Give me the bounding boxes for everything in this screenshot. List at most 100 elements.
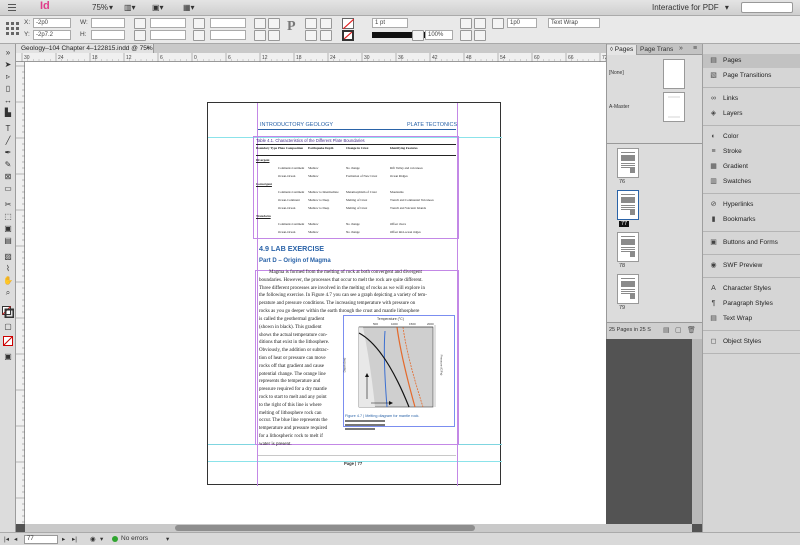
- corner-shape-icon[interactable]: [492, 18, 504, 29]
- edit-page-size-icon[interactable]: ▤: [663, 326, 670, 334]
- x-position-field[interactable]: -2p0: [33, 18, 71, 28]
- drop-shadow-icon[interactable]: [460, 18, 472, 29]
- workspace-switcher[interactable]: Interactive for PDF ▾: [652, 3, 729, 12]
- sidebar-item-hyperlinks[interactable]: ⊘ Hyperlinks: [703, 198, 800, 212]
- close-icon[interactable]: ×: [146, 44, 150, 53]
- auto-fit-icon[interactable]: [460, 30, 472, 41]
- document-canvas[interactable]: INTRODUCTORY GEOLOGY PLATE TECTONICS Tab…: [25, 62, 606, 524]
- fitting-icon[interactable]: [474, 30, 486, 41]
- page-number-field[interactable]: 77: [24, 535, 58, 544]
- preflight-status[interactable]: No errors: [121, 535, 148, 542]
- scale-x-icon[interactable]: [134, 18, 146, 29]
- flip-vertical-icon[interactable]: [268, 30, 280, 41]
- tab-page-transitions[interactable]: Page Trans: [637, 45, 676, 55]
- page-thumbnail[interactable]: [617, 232, 639, 262]
- gradient-feather-tool-icon[interactable]: ▤: [3, 236, 13, 245]
- opacity-icon[interactable]: [412, 30, 424, 41]
- screen-mode-icon[interactable]: ▣▾: [152, 3, 164, 12]
- note-tool-icon[interactable]: ▨: [3, 252, 13, 261]
- new-page-icon[interactable]: ▢: [675, 326, 682, 334]
- stroke-weight-field[interactable]: 1 pt: [372, 18, 408, 28]
- preflight-dropdown-icon[interactable]: ▾: [166, 535, 169, 543]
- free-transform-tool-icon[interactable]: ⬚: [3, 212, 13, 221]
- collapse-panel-icon[interactable]: »: [3, 48, 13, 57]
- content-collector-icon[interactable]: ▙: [3, 108, 13, 117]
- double-chevron-icon[interactable]: »: [679, 45, 683, 52]
- sidebar-item-links[interactable]: ∞ Links: [703, 92, 800, 106]
- document-page[interactable]: INTRODUCTORY GEOLOGY PLATE TECTONICS Tab…: [207, 102, 502, 486]
- sidebar-item-color[interactable]: ◐ Color: [703, 130, 800, 144]
- fill-swatch-icon[interactable]: [342, 18, 354, 29]
- page-tool-icon[interactable]: ▯: [3, 84, 13, 93]
- a-master-thumbnail[interactable]: [663, 92, 685, 122]
- rectangle-frame-tool-icon[interactable]: ⊠: [3, 172, 13, 181]
- fill-stroke-icon[interactable]: [2, 306, 15, 319]
- selection-tool-icon[interactable]: ➤: [3, 60, 13, 69]
- panel-menu-icon[interactable]: ≡: [693, 45, 697, 52]
- corner-size-field[interactable]: 1p0: [507, 18, 537, 28]
- none-master-thumbnail[interactable]: [663, 59, 685, 89]
- direct-selection-tool-icon[interactable]: ▹: [3, 72, 13, 81]
- open-export-icon[interactable]: ◉: [90, 535, 96, 543]
- hand-tool-icon[interactable]: ✋: [3, 276, 13, 285]
- sidebar-item-character-styles[interactable]: A Character Styles: [703, 282, 800, 296]
- horizontal-scrollbar[interactable]: [25, 524, 692, 532]
- scissors-tool-icon[interactable]: ✂: [3, 200, 13, 209]
- gradient-tool-icon[interactable]: ▣: [3, 224, 13, 233]
- sidebar-item-text-wrap[interactable]: ▤ Text Wrap: [703, 312, 800, 326]
- select-container-icon[interactable]: [305, 18, 317, 29]
- gap-tool-icon[interactable]: ↔: [3, 96, 13, 105]
- document-tab[interactable]: Geology–104 Chapter 4–122815.indd @ 75% …: [16, 44, 154, 53]
- eyedropper-tool-icon[interactable]: ⌇: [3, 264, 13, 273]
- select-previous-icon[interactable]: [320, 18, 332, 29]
- sidebar-item-swf-preview[interactable]: ◉ SWF Preview: [703, 259, 800, 273]
- sidebar-item-gradient[interactable]: ▦ Gradient: [703, 160, 800, 174]
- delete-page-icon[interactable]: 🗑: [687, 326, 696, 334]
- rotate-icon[interactable]: [193, 18, 205, 29]
- zoom-tool-icon[interactable]: ⌕: [3, 288, 13, 297]
- width-field[interactable]: [91, 18, 125, 28]
- sidebar-item-object-styles[interactable]: ◻ Object Styles: [703, 335, 800, 349]
- sidebar-item-layers[interactable]: ◈ Layers: [703, 107, 800, 121]
- previous-page-icon[interactable]: ◂: [14, 535, 17, 543]
- shear-icon[interactable]: [193, 30, 205, 41]
- search-input[interactable]: [741, 2, 793, 13]
- page-thumbnail[interactable]: [617, 190, 639, 220]
- select-next-icon[interactable]: [320, 30, 332, 41]
- tab-pages[interactable]: ◊ Pages: [607, 45, 638, 55]
- view-options-icon[interactable]: ▥▾: [124, 3, 136, 12]
- sidebar-item-bookmarks[interactable]: ▮ Bookmarks: [703, 213, 800, 227]
- arrange-documents-icon[interactable]: ▦▾: [183, 3, 195, 12]
- effects-icon[interactable]: [474, 18, 486, 29]
- sidebar-item-pages[interactable]: ▤ Pages: [703, 54, 800, 68]
- select-content-icon[interactable]: [305, 30, 317, 41]
- height-field[interactable]: [91, 30, 125, 40]
- preflight-menu-icon[interactable]: ▾: [100, 535, 103, 543]
- text-wrap-dropdown[interactable]: Text Wrap: [548, 18, 600, 28]
- sidebar-item-stroke[interactable]: ≡ Stroke: [703, 145, 800, 159]
- sidebar-item-buttons-and-forms[interactable]: ▣ Buttons and Forms: [703, 236, 800, 250]
- sidebar-item-page-transitions[interactable]: ▧ Page Transitions: [703, 69, 800, 83]
- reference-point-icon[interactable]: [4, 19, 20, 39]
- last-page-icon[interactable]: ▸|: [72, 535, 77, 543]
- opacity-field[interactable]: 100%: [425, 30, 453, 40]
- scale-y-field[interactable]: [150, 30, 186, 40]
- rotate-90-ccw-icon[interactable]: [268, 18, 280, 29]
- shear-field[interactable]: [210, 30, 246, 40]
- rectangle-tool-icon[interactable]: ▭: [3, 184, 13, 193]
- y-position-field[interactable]: -2p7.2: [33, 30, 71, 40]
- page-thumbnail[interactable]: [617, 274, 639, 304]
- scrollbar-thumb[interactable]: [175, 525, 475, 531]
- scale-x-field[interactable]: [150, 18, 186, 28]
- type-tool-icon[interactable]: T: [3, 124, 13, 133]
- pen-tool-icon[interactable]: ✒: [3, 148, 13, 157]
- zoom-level[interactable]: 75%: [92, 3, 108, 12]
- sidebar-item-paragraph-styles[interactable]: ¶ Paragraph Styles: [703, 297, 800, 311]
- formatting-container-icon[interactable]: ▢: [3, 322, 13, 331]
- menu-icon[interactable]: [8, 3, 16, 11]
- screen-mode-icon[interactable]: ▣: [3, 352, 13, 361]
- zoom-dropdown-icon[interactable]: ▾: [109, 3, 113, 12]
- next-page-icon[interactable]: ▸: [62, 535, 65, 543]
- rotation-field[interactable]: [210, 18, 246, 28]
- apply-none-icon[interactable]: [3, 336, 13, 346]
